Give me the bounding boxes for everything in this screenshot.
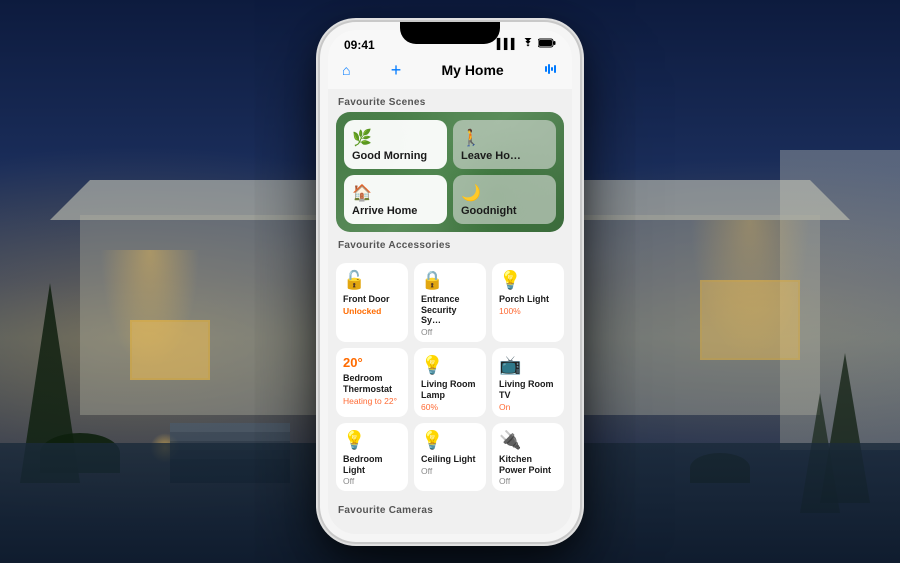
acc-front-door[interactable]: 🔓 Front Door Unlocked: [336, 263, 408, 342]
thermostat-name: Bedroom Thermostat: [343, 373, 401, 395]
ceiling-light-icon: 💡: [421, 430, 479, 451]
living-lamp-status: 60%: [421, 402, 479, 412]
front-door-status: Unlocked: [343, 306, 401, 316]
ceiling-light-status: Off: [421, 466, 479, 476]
scene-good-morning[interactable]: 🌿 Good Morning: [344, 120, 447, 169]
notch: [400, 22, 500, 44]
accessories-row-2: 20° Bedroom Thermostat Heating to 22° 💡 …: [336, 348, 564, 417]
cameras-label: Favourite Cameras: [328, 497, 572, 520]
acc-ceiling-light[interactable]: 💡 Ceiling Light Off: [414, 423, 486, 492]
accessories-row-3: 💡 Bedroom Light Off 💡 Ceiling Light Off …: [336, 423, 564, 492]
add-icon[interactable]: +: [391, 60, 402, 81]
wifi-icon: [522, 38, 534, 51]
arrive-home-icon: 🏠: [352, 183, 439, 203]
scenes-label: Favourite Scenes: [328, 89, 572, 112]
goodnight-icon: 🌙: [461, 183, 548, 203]
bedroom-light-icon: 💡: [343, 430, 401, 451]
living-lamp-name: Living Room Lamp: [421, 379, 479, 401]
leave-home-label: Leave Ho…: [461, 150, 548, 163]
scene-goodnight[interactable]: 🌙 Goodnight: [453, 175, 556, 224]
phone: 09:41 ▌▌▌ ⌂ + My Home: [320, 22, 580, 542]
status-icons: ▌▌▌: [497, 38, 556, 51]
arrive-home-label: Arrive Home: [352, 205, 439, 218]
thermostat-icon: 20°: [343, 355, 401, 370]
scenes-grid: 🌿 Good Morning 🚶 Leave Ho… 🏠 Arrive Home: [336, 112, 564, 232]
tv-name: Living Room TV: [499, 379, 557, 401]
kitchen-power-name: Kitchen Power Point: [499, 454, 557, 476]
nav-bar: ⌂ + My Home: [328, 56, 572, 89]
thermostat-status: Heating to 22°: [343, 396, 401, 406]
security-status: Off: [421, 327, 479, 337]
acc-security[interactable]: 🔒 Entrance Security Sy… Off: [414, 263, 486, 342]
bedroom-light-name: Bedroom Light: [343, 454, 401, 476]
porch-light-status: 100%: [499, 306, 557, 316]
kitchen-power-status: Off: [499, 476, 557, 486]
phone-content: Favourite Scenes 🌿 Good Morning 🚶 Leave …: [328, 89, 572, 534]
status-time: 09:41: [344, 38, 375, 52]
phone-screen: 09:41 ▌▌▌ ⌂ + My Home: [328, 30, 572, 534]
accessories-row-1: 🔓 Front Door Unlocked 🔒 Entrance Securit…: [336, 263, 564, 342]
tv-icon: 📺: [499, 355, 557, 376]
kitchen-power-icon: 🔌: [499, 430, 557, 451]
ceiling-light-name: Ceiling Light: [421, 454, 479, 465]
security-icon: 🔒: [421, 270, 479, 291]
security-name: Entrance Security Sy…: [421, 294, 479, 326]
scenes-section: 🌿 Good Morning 🚶 Leave Ho… 🏠 Arrive Home: [336, 112, 564, 232]
audio-icon[interactable]: [544, 62, 558, 79]
good-morning-label: Good Morning: [352, 150, 439, 163]
phone-body: 09:41 ▌▌▌ ⌂ + My Home: [320, 22, 580, 542]
scene-leave-home[interactable]: 🚶 Leave Ho…: [453, 120, 556, 169]
tv-status: On: [499, 402, 557, 412]
home-icon[interactable]: ⌂: [342, 62, 350, 78]
porch-light-icon: 💡: [499, 270, 557, 291]
acc-bedroom-light[interactable]: 💡 Bedroom Light Off: [336, 423, 408, 492]
living-lamp-icon: 💡: [421, 355, 479, 376]
acc-porch-light[interactable]: 💡 Porch Light 100%: [492, 263, 564, 342]
nav-title: My Home: [441, 62, 503, 78]
good-morning-icon: 🌿: [352, 128, 439, 148]
spotlight-left: [100, 250, 200, 370]
porch-light-name: Porch Light: [499, 294, 557, 305]
battery-icon: [538, 38, 556, 51]
acc-kitchen-power[interactable]: 🔌 Kitchen Power Point Off: [492, 423, 564, 492]
accessories-label: Favourite Accessories: [328, 232, 572, 255]
goodnight-label: Goodnight: [461, 205, 548, 218]
scene-arrive-home[interactable]: 🏠 Arrive Home: [344, 175, 447, 224]
signal-icon: ▌▌▌: [497, 39, 518, 50]
acc-tv[interactable]: 📺 Living Room TV On: [492, 348, 564, 417]
front-door-icon: 🔓: [343, 270, 401, 291]
accessories-section: 🔓 Front Door Unlocked 🔒 Entrance Securit…: [336, 263, 564, 492]
spotlight-right: [690, 220, 810, 360]
acc-living-lamp[interactable]: 💡 Living Room Lamp 60%: [414, 348, 486, 417]
front-door-name: Front Door: [343, 294, 401, 305]
bedroom-light-status: Off: [343, 476, 401, 486]
leave-home-icon: 🚶: [461, 128, 548, 148]
acc-thermostat[interactable]: 20° Bedroom Thermostat Heating to 22°: [336, 348, 408, 417]
